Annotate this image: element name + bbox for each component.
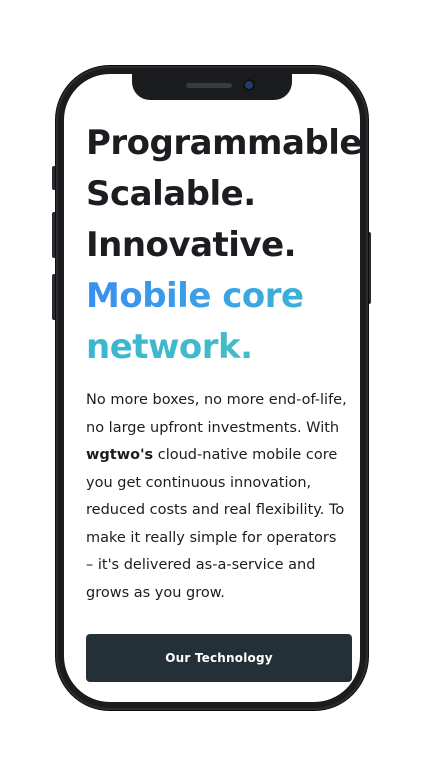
- hero-description: No more boxes, no more end-of-life, no l…: [86, 387, 348, 607]
- description-rest: cloud-native mobile core you get continu…: [86, 447, 345, 601]
- phone-frame: Programmable. Scalable. Innovative. Mobi…: [56, 66, 368, 710]
- headline-line-scalable: Scalable.: [86, 174, 256, 214]
- headline-line-innovative: Innovative.: [86, 225, 297, 265]
- speaker-grille: [186, 83, 232, 88]
- our-technology-button[interactable]: Our Technology: [86, 634, 352, 682]
- headline-highlight-network: network.: [86, 322, 360, 373]
- headline-line-programmable: Programmable.: [86, 123, 360, 163]
- brand-name: wgtwo's: [86, 447, 154, 463]
- phone-notch: [132, 74, 292, 100]
- headline-highlight-mobile-core: Mobile core: [86, 271, 360, 322]
- hero-headline: Programmable. Scalable. Innovative. Mobi…: [86, 118, 360, 373]
- description-intro: No more boxes, no more end-of-life, no l…: [86, 392, 347, 436]
- device-mockup-stage: Programmable. Scalable. Innovative. Mobi…: [0, 0, 422, 764]
- front-camera-icon: [245, 81, 253, 89]
- hero-section: Programmable. Scalable. Innovative. Mobi…: [86, 118, 360, 607]
- phone-screen: Programmable. Scalable. Innovative. Mobi…: [64, 74, 360, 702]
